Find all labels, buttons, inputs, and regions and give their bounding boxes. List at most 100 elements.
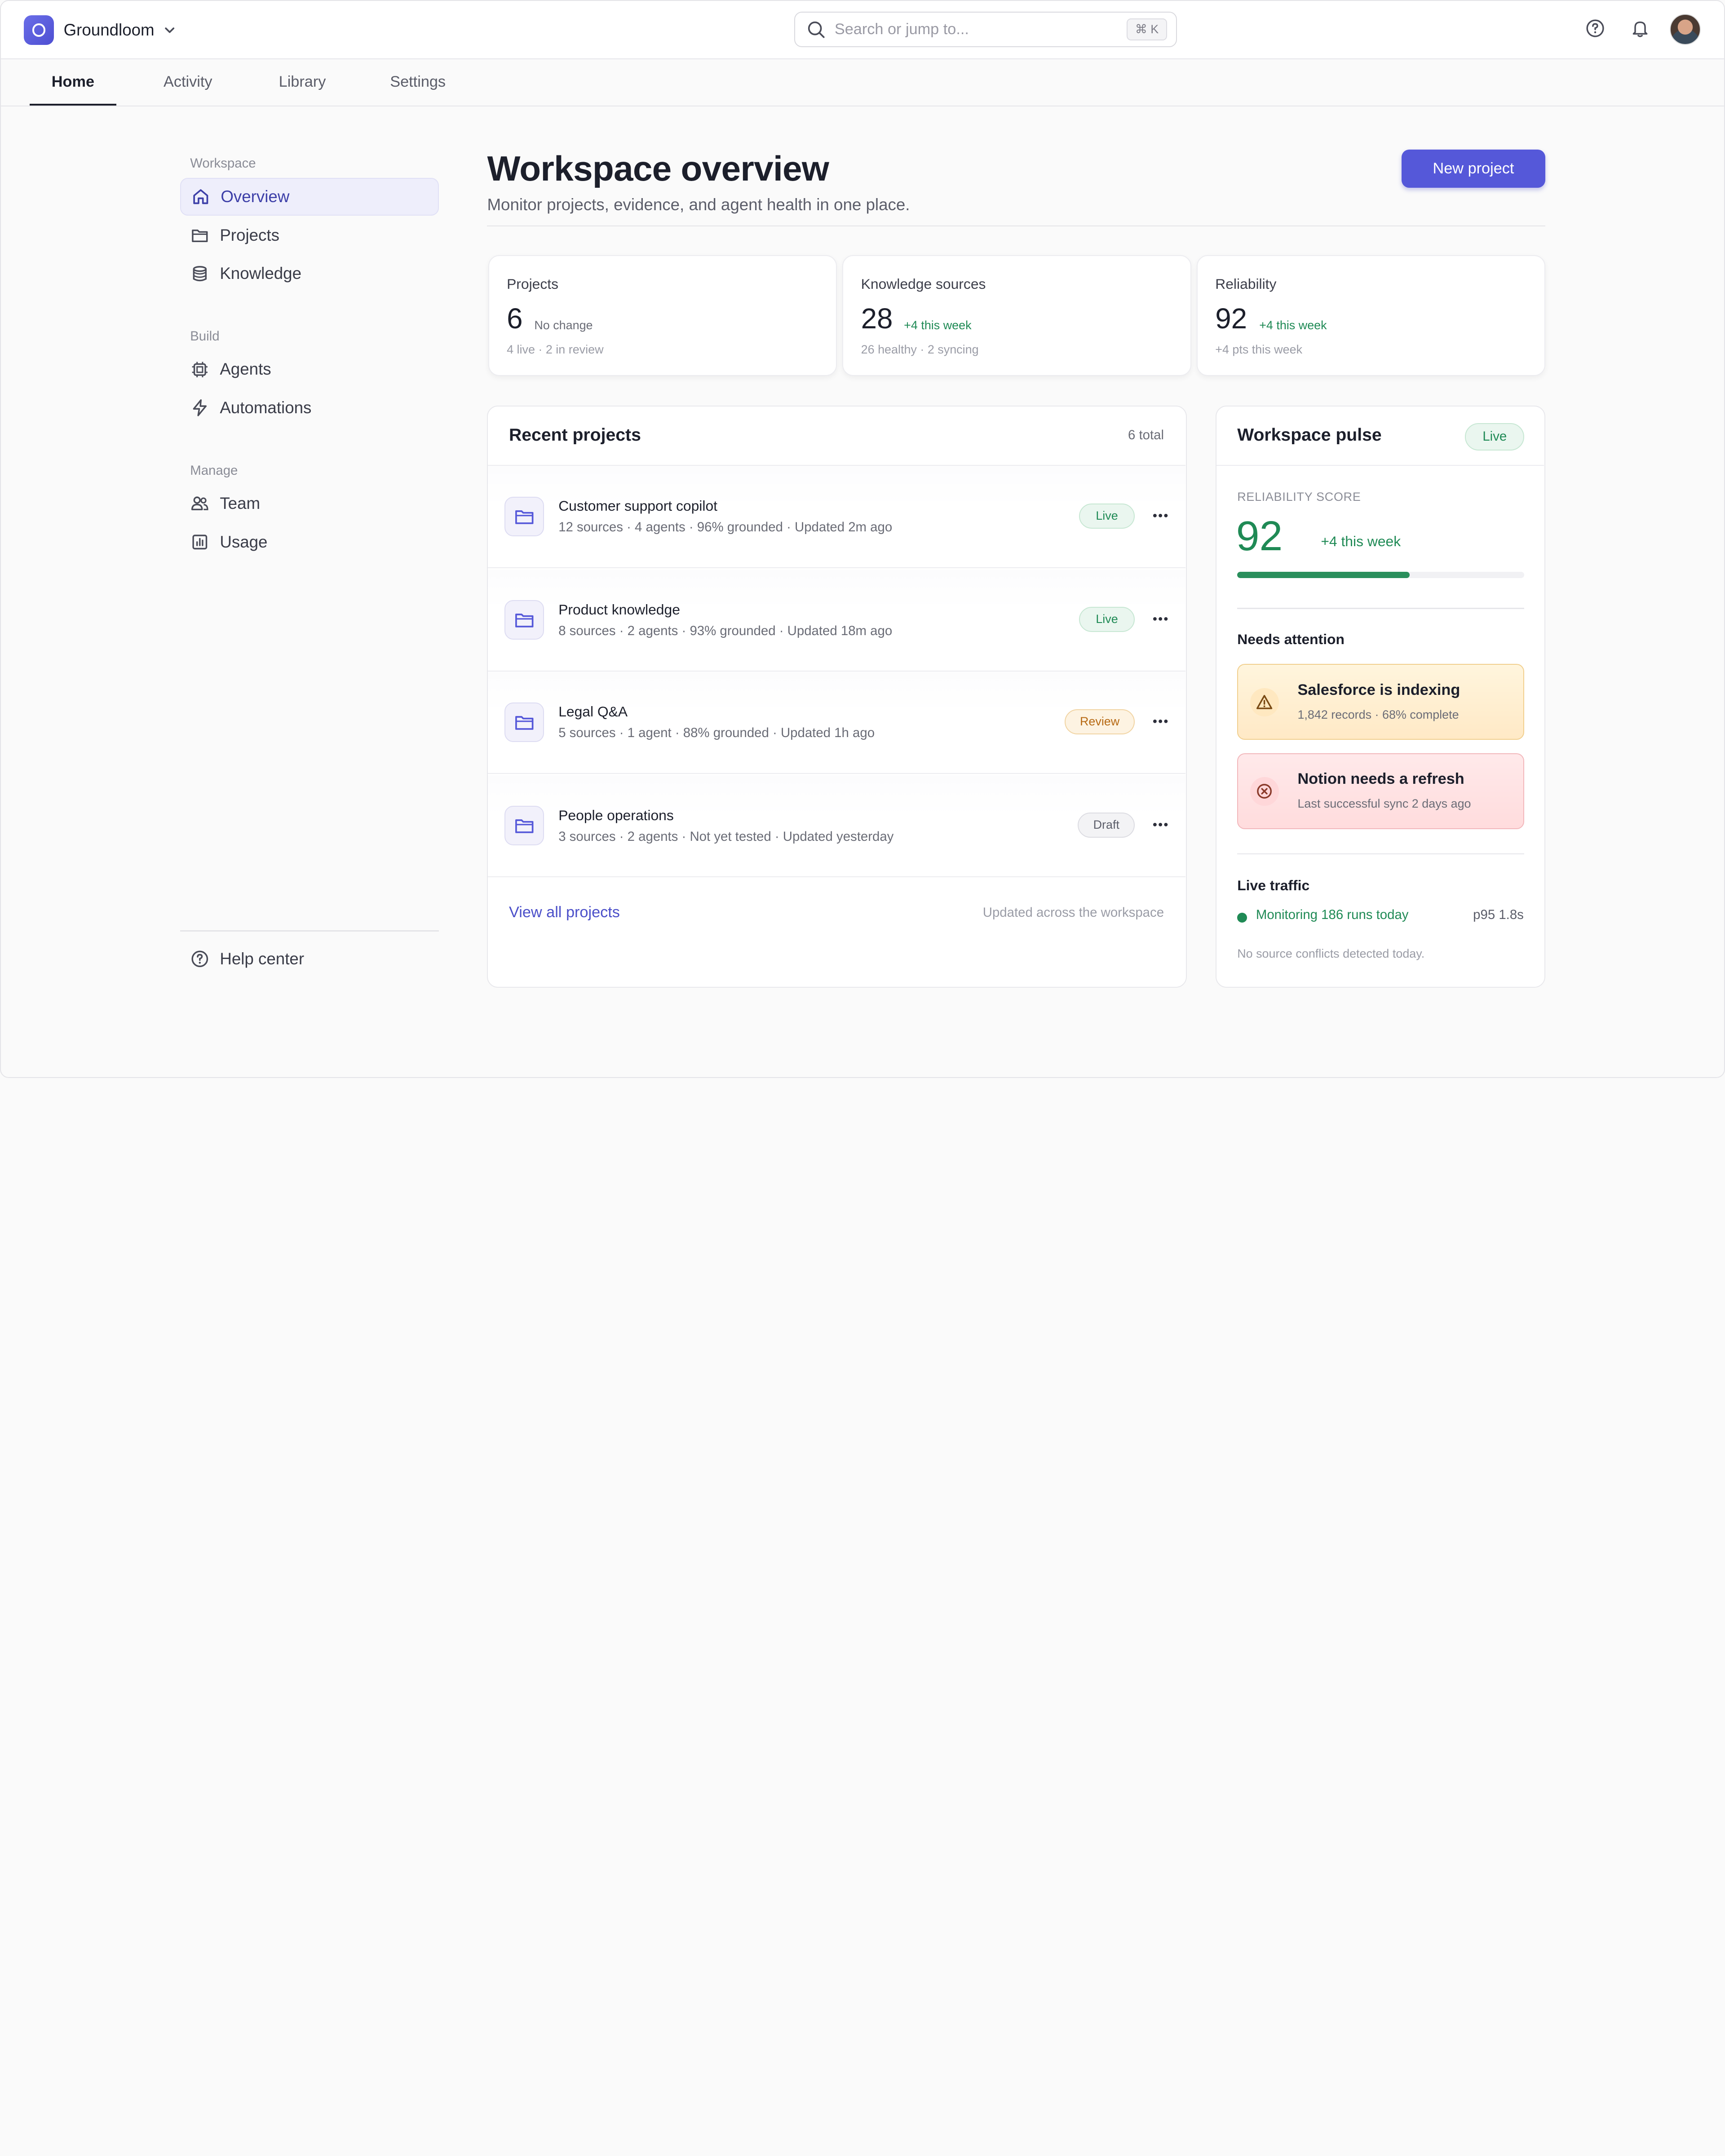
card-title: Workspace pulse: [1237, 425, 1382, 445]
reliability-label: RELIABILITY SCORE: [1237, 490, 1361, 504]
more-icon[interactable]: [1150, 815, 1170, 835]
sidebar-item-label: Overview: [221, 187, 290, 206]
bar-chart-icon: [190, 532, 210, 552]
stat-label: Projects: [507, 275, 559, 292]
section-divider: [1237, 608, 1525, 609]
sidebar-group-workspace: Workspace: [190, 156, 256, 171]
sidebar-item-usage[interactable]: Usage: [180, 523, 439, 561]
sidebar-item-automations[interactable]: Automations: [180, 389, 439, 426]
sidebar-group-build: Build: [190, 328, 220, 344]
sidebar-item-label: Usage: [220, 532, 268, 551]
project-row[interactable]: Legal Q&A 5 sources · 1 agent · 88% grou…: [488, 672, 1186, 774]
more-icon[interactable]: [1150, 609, 1170, 629]
status-badge: Review: [1064, 709, 1135, 734]
tab-activity[interactable]: Activity: [152, 59, 225, 106]
stat-value: 92: [1215, 302, 1247, 335]
help-circle-icon: [190, 949, 210, 969]
new-project-button[interactable]: New project: [1401, 149, 1546, 188]
sidebar-item-projects[interactable]: Projects: [180, 216, 439, 254]
sidebar-item-label: Agents: [220, 360, 271, 379]
search-box[interactable]: ⌘ K: [794, 12, 1177, 47]
sidebar-item-team[interactable]: Team: [180, 485, 439, 522]
more-icon[interactable]: [1150, 711, 1170, 731]
status-dot-icon: [1237, 912, 1247, 923]
folder-icon: [504, 806, 544, 846]
project-total: 6 total: [1128, 427, 1164, 442]
bell-icon[interactable]: [1630, 18, 1650, 38]
stat-card-projects: Projects 6 No change 4 live · 2 in revie…: [488, 255, 837, 376]
reliability-delta: +4 this week: [1321, 533, 1401, 549]
folder-icon: [504, 702, 544, 742]
sidebar-item-label: Help center: [220, 950, 305, 968]
stat-footnote: 26 healthy · 2 syncing: [861, 343, 979, 357]
stat-value: 6: [507, 302, 523, 335]
folder-icon: [504, 497, 544, 537]
sidebar-item-agents[interactable]: Agents: [180, 351, 439, 388]
stat-delta: +4 this week: [904, 318, 972, 332]
tab-library[interactable]: Library: [270, 59, 336, 106]
latency-p95: p95 1.8s: [1473, 907, 1524, 922]
status-badge: Live: [1079, 503, 1135, 529]
help-circle-icon[interactable]: [1585, 18, 1605, 38]
status-badge: Draft: [1078, 812, 1135, 838]
sidebar-item-label: Automations: [220, 398, 312, 417]
alert-notion-refresh[interactable]: Notion needs a refresh Last successful s…: [1237, 753, 1525, 829]
project-name: Legal Q&A: [558, 703, 628, 720]
stat-label: Reliability: [1215, 275, 1277, 292]
alert-subtitle: Last successful sync 2 days ago: [1297, 797, 1471, 811]
tab-bar: Home Activity Library Settings: [1, 59, 1725, 107]
sidebar-item-overview[interactable]: Overview: [180, 178, 439, 216]
project-name: Product knowledge: [558, 601, 680, 618]
alert-title: Salesforce is indexing: [1297, 681, 1460, 699]
users-icon: [190, 494, 210, 513]
project-meta: 3 sources · 2 agents · Not yet tested · …: [558, 829, 894, 844]
stat-label: Knowledge sources: [861, 275, 986, 292]
sidebar-item-knowledge[interactable]: Knowledge: [180, 255, 439, 292]
reliability-progress-bar: [1237, 571, 1525, 579]
project-row[interactable]: Product knowledge 8 sources · 2 agents ·…: [488, 569, 1186, 672]
stat-delta: +4 this week: [1259, 318, 1327, 332]
reliability-progress-fill: [1237, 571, 1410, 579]
pulse-footnote: No source conflicts detected today.: [1237, 946, 1425, 960]
view-all-projects-link[interactable]: View all projects: [509, 904, 620, 921]
tab-settings[interactable]: Settings: [380, 59, 456, 106]
project-name: People operations: [558, 807, 674, 823]
workspace-switcher[interactable]: Groundloom: [24, 15, 176, 45]
sidebar-item-label: Knowledge: [220, 264, 302, 283]
page-title: Workspace overview: [487, 149, 829, 189]
project-row[interactable]: People operations 3 sources · 2 agents ·…: [488, 775, 1186, 878]
tab-home[interactable]: Home: [29, 59, 117, 106]
sidebar-group-manage: Manage: [190, 463, 238, 478]
live-traffic-title: Live traffic: [1237, 877, 1310, 894]
alert-subtitle: 1,842 records · 68% complete: [1297, 707, 1459, 721]
section-divider: [1237, 853, 1525, 854]
search-icon: [807, 21, 826, 40]
stat-footnote: 4 live · 2 in review: [507, 343, 604, 357]
chevron-down-icon: [163, 23, 176, 36]
sidebar-item-label: Team: [220, 494, 261, 513]
alert-salesforce-indexing[interactable]: Salesforce is indexing 1,842 records · 6…: [1237, 664, 1525, 740]
stat-delta: No change: [534, 318, 593, 332]
project-meta: 8 sources · 2 agents · 93% grounded · Up…: [558, 623, 893, 638]
chip-icon: [190, 359, 210, 379]
alert-title: Notion needs a refresh: [1297, 770, 1464, 788]
project-row[interactable]: Customer support copilot 12 sources · 4 …: [488, 466, 1186, 569]
error-circle-icon: [1250, 777, 1279, 806]
needs-attention-title: Needs attention: [1237, 631, 1345, 647]
sidebar-item-help-center[interactable]: Help center: [180, 940, 439, 977]
page-subtitle: Monitor projects, evidence, and agent he…: [487, 195, 910, 214]
recent-projects-card: Recent projects 6 total Customer support…: [487, 406, 1187, 988]
user-avatar[interactable]: [1670, 14, 1701, 45]
live-badge: Live: [1465, 423, 1525, 451]
sidebar-divider: [180, 930, 439, 932]
search-input[interactable]: [834, 18, 1110, 40]
projects-footnote: Updated across the workspace: [982, 905, 1164, 920]
shortcut-badge: ⌘ K: [1126, 18, 1168, 40]
more-icon[interactable]: [1150, 506, 1170, 526]
header-divider: [487, 225, 1546, 227]
stat-footnote: +4 pts this week: [1215, 343, 1303, 357]
card-divider: [1216, 465, 1544, 466]
database-icon: [190, 264, 210, 283]
workspace-pulse-card: Workspace pulse Live RELIABILITY SCORE 9…: [1215, 406, 1546, 988]
reliability-score: 92: [1236, 512, 1283, 560]
